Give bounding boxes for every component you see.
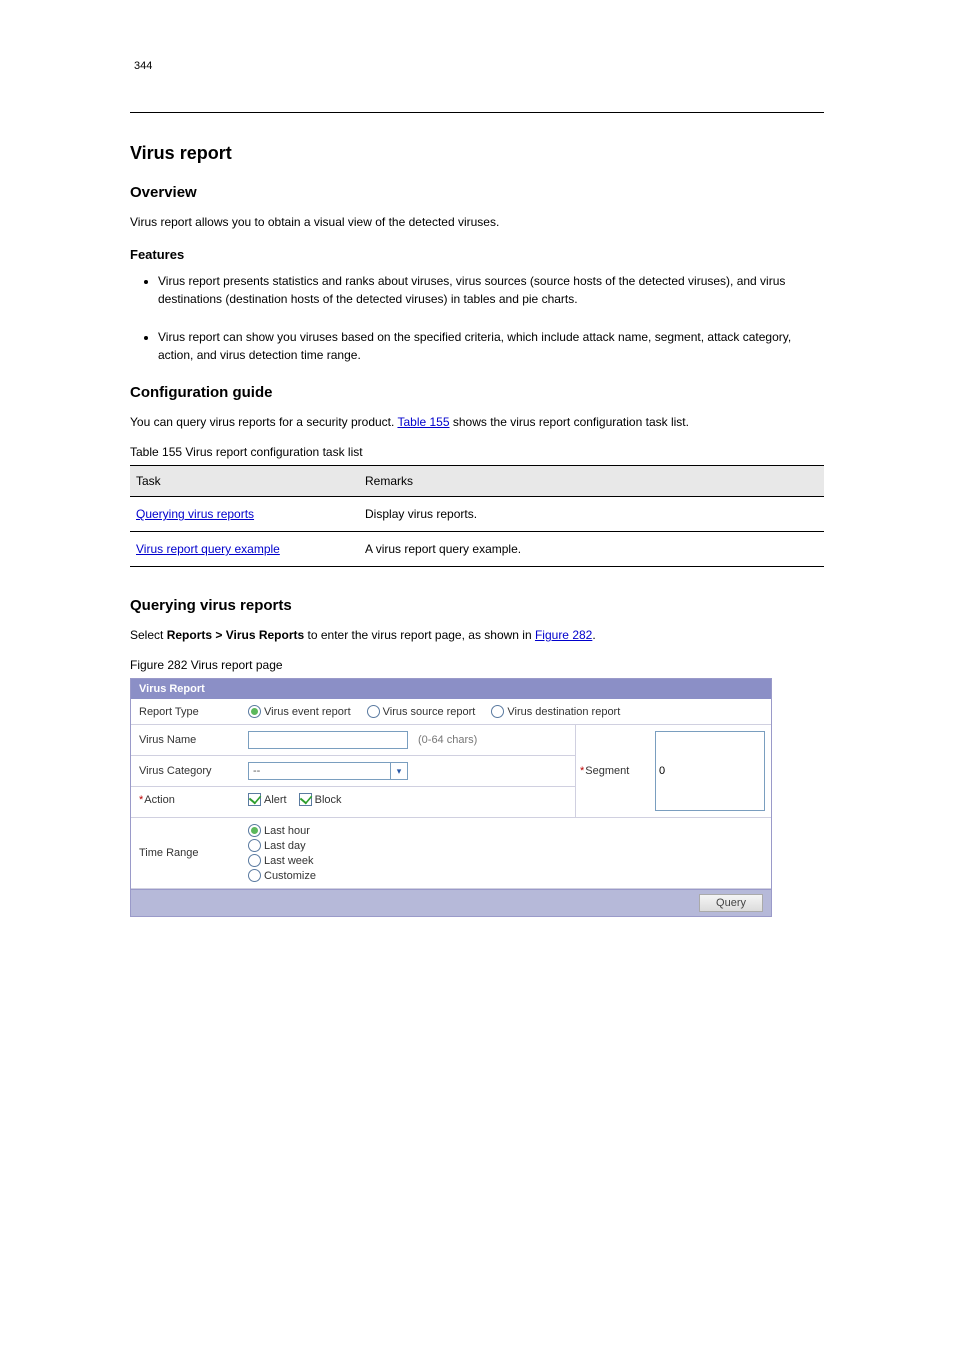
features-list: Virus report presents statistics and ran… — [130, 272, 824, 364]
time-range-customize[interactable]: Customize — [248, 869, 316, 882]
select-value: -- — [249, 763, 390, 779]
chevron-down-icon: ▾ — [390, 763, 407, 779]
radio-icon — [248, 839, 261, 852]
report-type-row: Report Type Virus event report Virus sou… — [131, 699, 771, 725]
figure-caption: Figure 282 Virus report page — [130, 658, 824, 672]
radio-icon — [367, 705, 380, 718]
time-range-row: Time Range Last hour Last day Last week — [131, 817, 771, 889]
nav-path: Reports > Virus Reports — [167, 628, 304, 642]
task-link[interactable]: Querying virus reports — [136, 507, 254, 521]
query-button[interactable]: Query — [699, 894, 763, 912]
config-guide-text: You can query virus reports for a securi… — [130, 413, 824, 431]
report-type-label: Report Type — [131, 699, 242, 724]
table-header-task: Task — [130, 466, 359, 497]
text: You can query virus reports for a securi… — [130, 415, 397, 429]
virus-category-row: Virus Category -- ▾ — [131, 756, 575, 787]
figure-link[interactable]: Figure 282 — [535, 628, 592, 642]
text: shows the virus report configuration tas… — [450, 415, 689, 429]
config-task-table: Task Remarks Querying virus reports Disp… — [130, 465, 824, 567]
virus-name-label: Virus Name — [131, 725, 242, 755]
task-remarks: A virus report query example. — [359, 532, 824, 567]
option-label: Last hour — [264, 825, 310, 837]
panel-title: Virus Report — [131, 679, 771, 699]
time-range-label: Time Range — [131, 818, 242, 888]
option-label: Alert — [264, 794, 287, 806]
querying-heading: Querying virus reports — [130, 597, 824, 614]
report-type-option-source[interactable]: Virus source report — [367, 705, 476, 718]
text: Select — [130, 628, 167, 642]
overview-heading: Overview — [130, 184, 824, 201]
segment-label: *Segment — [576, 725, 649, 817]
table-row: Querying virus reports Display virus rep… — [130, 497, 824, 532]
task-remarks: Display virus reports. — [359, 497, 824, 532]
action-row: *Action Alert Block — [131, 787, 575, 812]
virus-report-panel: Virus Report Report Type Virus event rep… — [130, 678, 772, 917]
divider — [130, 112, 824, 113]
action-block-checkbox[interactable]: Block — [299, 793, 342, 806]
step-text: Select Reports > Virus Reports to enter … — [130, 626, 824, 644]
option-label: Last week — [264, 855, 314, 867]
option-label: Virus event report — [264, 706, 351, 718]
feature-item: Virus report can show you viruses based … — [158, 328, 824, 364]
option-label: Last day — [264, 840, 306, 852]
option-label: Block — [315, 794, 342, 806]
action-alert-checkbox[interactable]: Alert — [248, 793, 287, 806]
checkbox-icon — [248, 793, 261, 806]
features-heading: Features — [130, 247, 824, 262]
virus-category-select[interactable]: -- ▾ — [248, 762, 408, 780]
radio-icon — [248, 854, 261, 867]
report-type-option-destination[interactable]: Virus destination report — [491, 705, 620, 718]
virus-name-input[interactable] — [248, 731, 408, 749]
overview-text: Virus report allows you to obtain a visu… — [130, 213, 824, 231]
checkbox-icon — [299, 793, 312, 806]
virus-category-label: Virus Category — [131, 756, 242, 786]
segment-input[interactable] — [655, 731, 765, 811]
section-title: Virus report — [130, 143, 824, 164]
page-number: 344 — [130, 60, 824, 72]
virus-name-row: Virus Name (0-64 chars) — [131, 725, 575, 756]
radio-icon — [248, 869, 261, 882]
time-range-last-day[interactable]: Last day — [248, 839, 316, 852]
option-label: Virus destination report — [507, 706, 620, 718]
config-guide-link[interactable]: Table 155 — [397, 415, 449, 429]
task-link[interactable]: Virus report query example — [136, 542, 280, 556]
action-label: *Action — [131, 787, 242, 812]
text: . — [592, 628, 595, 642]
radio-icon — [248, 824, 261, 837]
table-row: Virus report query example A virus repor… — [130, 532, 824, 567]
virus-name-hint: (0-64 chars) — [418, 734, 477, 746]
config-guide-heading: Configuration guide — [130, 384, 824, 401]
text: to enter the virus report page, as shown… — [304, 628, 535, 642]
report-type-option-event[interactable]: Virus event report — [248, 705, 351, 718]
feature-item: Virus report presents statistics and ran… — [158, 272, 824, 308]
radio-icon — [491, 705, 504, 718]
table-header-remarks: Remarks — [359, 466, 824, 497]
radio-icon — [248, 705, 261, 718]
time-range-last-week[interactable]: Last week — [248, 854, 316, 867]
panel-footer: Query — [131, 889, 771, 916]
option-label: Virus source report — [383, 706, 476, 718]
time-range-last-hour[interactable]: Last hour — [248, 824, 316, 837]
table-caption: Table 155 Virus report configuration tas… — [130, 445, 824, 459]
option-label: Customize — [264, 870, 316, 882]
